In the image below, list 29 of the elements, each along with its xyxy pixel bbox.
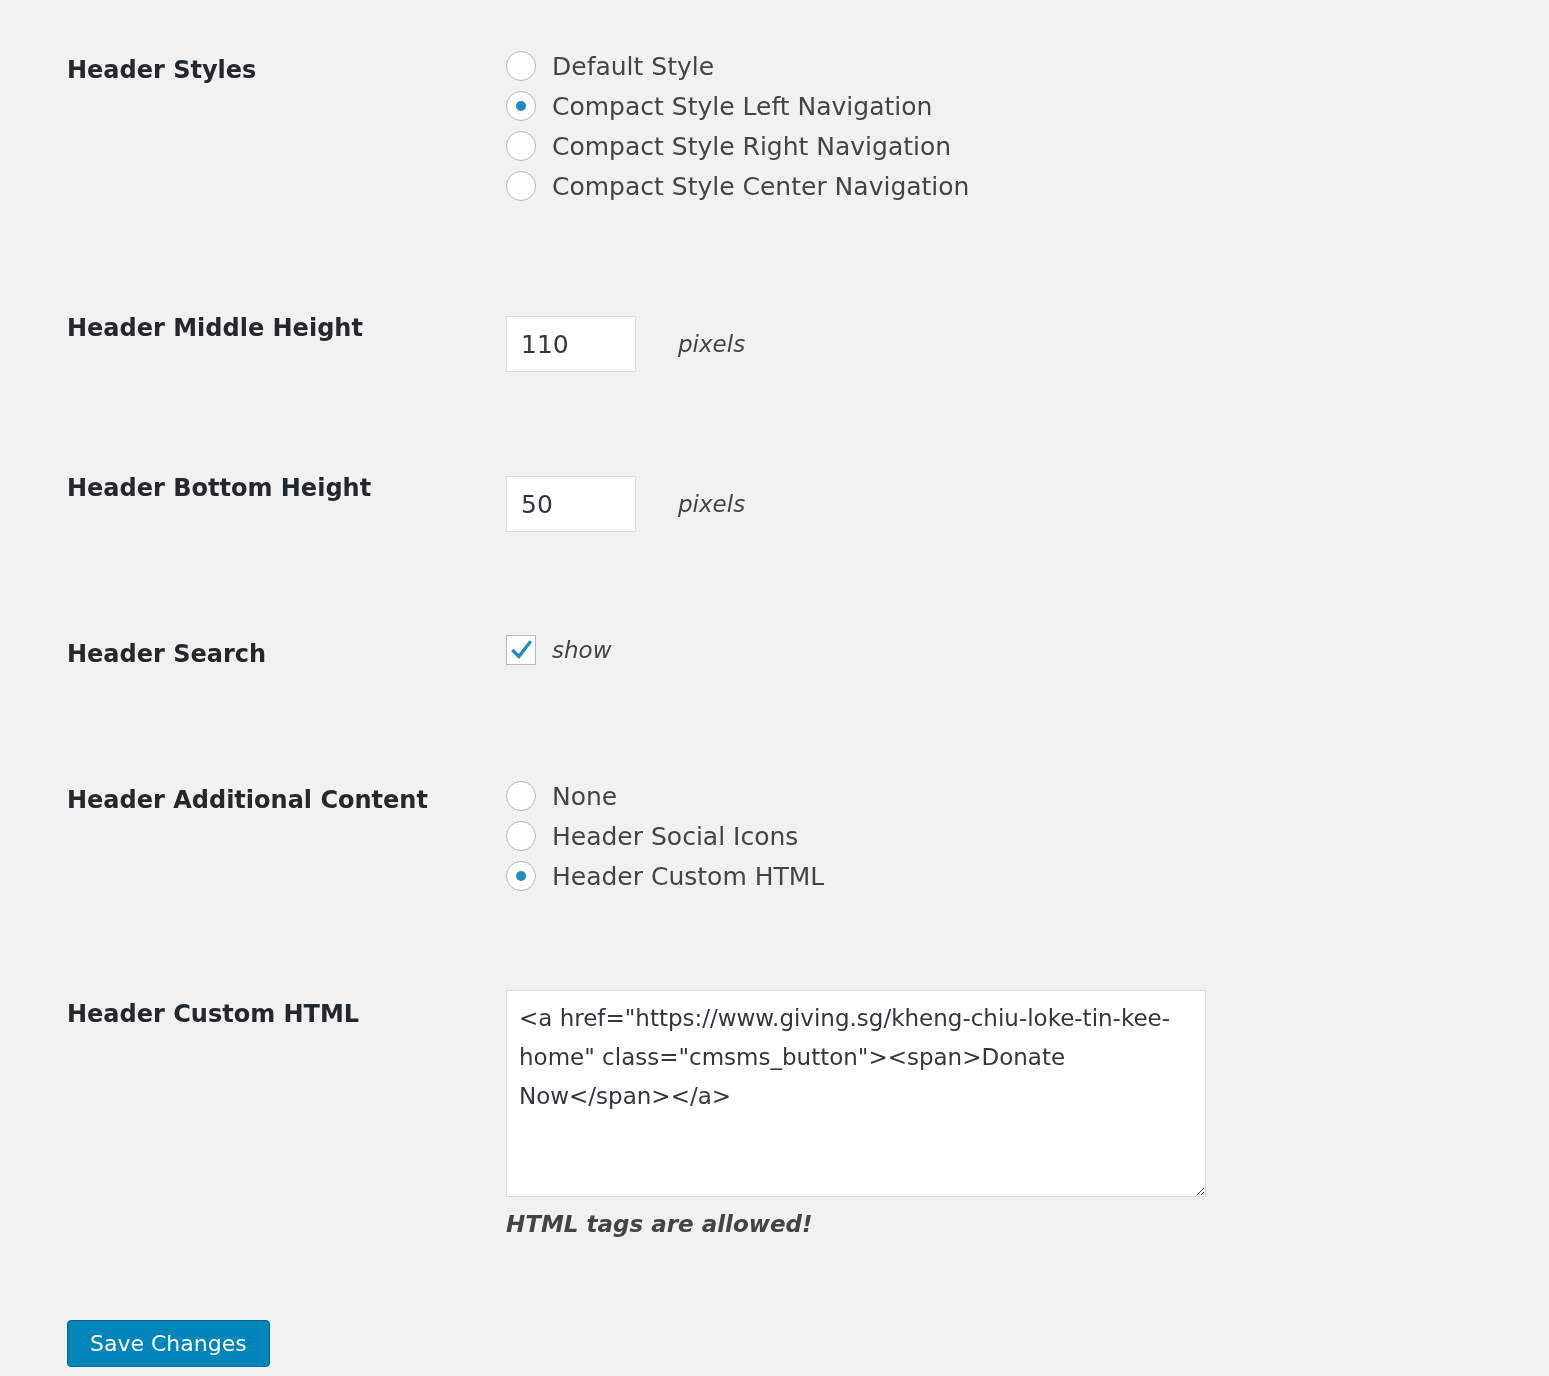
radio-label: None (552, 781, 618, 811)
radio-button[interactable] (506, 781, 536, 811)
unit-label: pixels (678, 331, 746, 357)
setting-label: Header Middle Height (67, 313, 364, 344)
html-textarea[interactable]: <a href="https://www.giving.sg/kheng-chiu-loke-tin-kee-home" class="cmsms_button"><span>Donate Now</span></a> (506, 990, 1206, 1197)
radio-label: Compact Style Right Navigation (552, 131, 952, 161)
unit-label: pixels (678, 491, 746, 517)
field-description: HTML tags are allowed! (506, 1211, 814, 1237)
checkbox[interactable] (506, 635, 536, 665)
radio-label: Header Social Icons (552, 821, 799, 851)
setting-label: Header Styles (67, 55, 258, 86)
radio-label: Header Custom HTML (552, 861, 825, 891)
setting-label: Header Search (67, 639, 268, 670)
radio-button[interactable] (506, 91, 536, 121)
radio-button[interactable] (506, 131, 536, 161)
setting-label: Header Additional Content (67, 785, 429, 816)
radio-button[interactable] (506, 171, 536, 201)
radio-button[interactable] (506, 861, 536, 891)
radio-button[interactable] (506, 51, 536, 81)
radio-label: Compact Style Center Navigation (552, 171, 970, 201)
radio-button[interactable] (506, 821, 536, 851)
save-button[interactable]: Save Changes (67, 1320, 270, 1367)
radio-label: Default Style (552, 51, 715, 81)
number-field[interactable]: 50 (506, 476, 636, 532)
number-field[interactable]: 110 (506, 316, 636, 372)
setting-label: Header Custom HTML (67, 999, 361, 1030)
setting-label: Header Bottom Height (67, 473, 373, 504)
radio-label: Compact Style Left Navigation (552, 91, 933, 121)
checkbox-label: show (552, 637, 612, 663)
